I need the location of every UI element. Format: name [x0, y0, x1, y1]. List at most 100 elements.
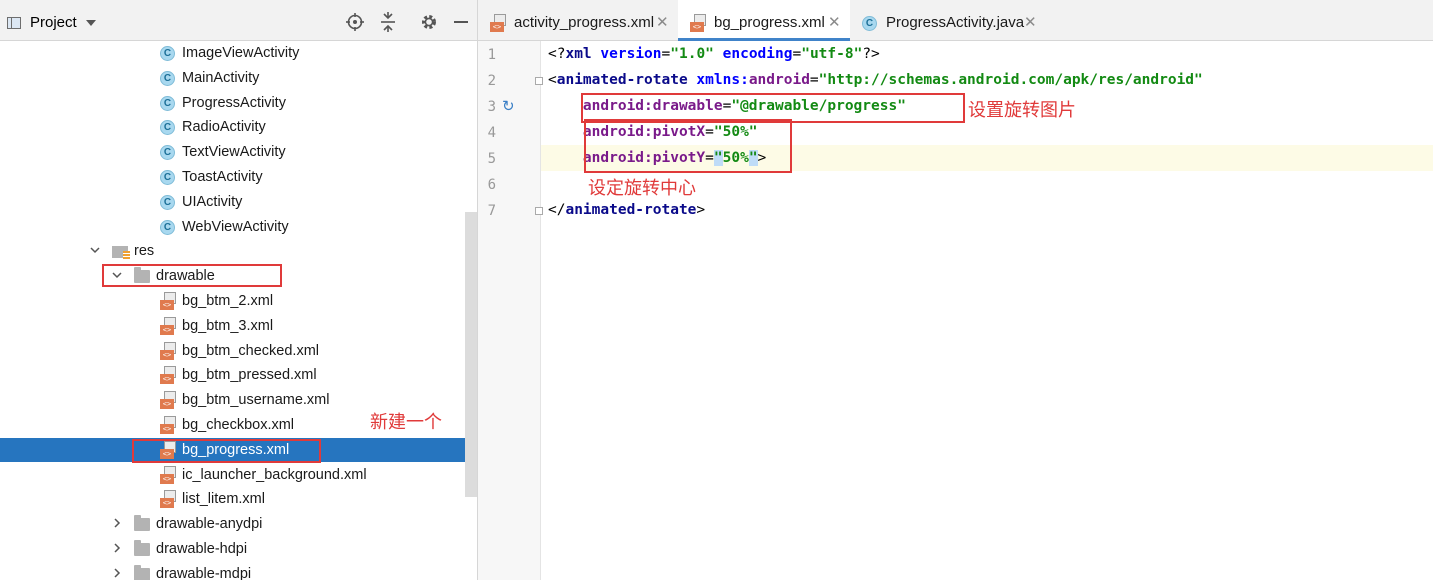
xml-file-icon: <>: [160, 366, 177, 385]
code-token: <?: [548, 46, 566, 62]
xml-file-icon: <>: [160, 391, 177, 410]
xml-file-icon: <>: [490, 14, 507, 32]
chevron-right-icon[interactable]: [110, 567, 124, 580]
tree-item-label: ic_launcher_background.xml: [182, 466, 367, 483]
tree-item[interactable]: C TextViewActivity: [0, 140, 477, 164]
tree-item[interactable]: drawable-anydpi: [0, 512, 477, 536]
tree-item[interactable]: C MainActivity: [0, 66, 477, 90]
java-class-icon: C: [160, 145, 175, 161]
line-number: 2: [487, 73, 496, 89]
code-token: "1.0": [670, 46, 714, 62]
tree-item-label: TextViewActivity: [182, 144, 286, 161]
tree-item[interactable]: <> bg_btm_checked.xml: [0, 339, 477, 363]
tree-scrollbar[interactable]: [465, 212, 477, 497]
code-token: encoding: [722, 46, 793, 62]
chevron-right-icon[interactable]: [110, 542, 124, 556]
highlight-drawable-folder: [102, 264, 282, 287]
code-token: >: [696, 202, 706, 218]
tree-item[interactable]: drawable-hdpi: [0, 537, 477, 561]
highlight-bg-progress-file: [132, 439, 321, 463]
code-line: <?xml version="1.0" encoding="utf-8"?>: [548, 46, 880, 62]
code-editor: <> activity_progress.xml ✕ <> bg_progress.xm…: [478, 0, 1433, 580]
close-icon[interactable]: ✕: [1024, 13, 1037, 31]
line-number: 7: [487, 203, 496, 219]
settings-icon[interactable]: [418, 12, 440, 34]
code-token: =: [792, 46, 802, 62]
rotate-preview-icon[interactable]: ↻: [502, 97, 515, 115]
annotation-new-file: 新建一个: [370, 412, 442, 433]
tree-item[interactable]: <> list_litem.xml: [0, 487, 477, 511]
editor-tab[interactable]: <> activity_progress.xml ✕: [478, 0, 678, 40]
code-token: version: [600, 46, 662, 62]
tree-item[interactable]: C ProgressActivity: [0, 91, 477, 115]
xml-file-icon: <>: [160, 465, 177, 484]
resource-folder-icon: [112, 243, 130, 260]
project-view-selector[interactable]: Project: [30, 14, 77, 31]
editor-tab[interactable]: <> bg_progress.xml ✕: [678, 0, 850, 41]
tab-label: bg_progress.xml: [714, 14, 825, 31]
locate-icon[interactable]: [344, 12, 366, 34]
code-token: xml: [565, 46, 592, 62]
xml-file-icon: <>: [160, 341, 177, 360]
xml-file-icon: <>: [690, 14, 707, 32]
close-icon[interactable]: ✕: [656, 13, 669, 31]
annotation-rotate-center: 设定旋转中心: [588, 178, 696, 199]
code-line: <animated-rotate xmlns:android="http://s…: [548, 72, 1203, 88]
tree-item[interactable]: <> bg_btm_3.xml: [0, 314, 477, 338]
tree-item[interactable]: C RadioActivity: [0, 115, 477, 139]
tree-item[interactable]: C ToastActivity: [0, 165, 477, 189]
tree-item[interactable]: <> bg_btm_pressed.xml: [0, 363, 477, 387]
tab-label: activity_progress.xml: [514, 14, 655, 31]
code-token: "http://schemas.android.com/apk/res/andr…: [818, 72, 1203, 88]
minimize-icon[interactable]: [450, 12, 472, 34]
tree-item-label: WebViewActivity: [182, 218, 289, 235]
tree-item[interactable]: C UIActivity: [0, 190, 477, 214]
java-class-icon: C: [160, 170, 175, 185]
code-token: xmlns:: [696, 72, 749, 88]
code-token: =: [661, 46, 671, 62]
project-view-icon: [7, 17, 21, 29]
line-number-gutter: ↻ 1 2 3 4 5 6 7: [478, 41, 569, 580]
tree-item[interactable]: <> bg_btm_2.xml: [0, 289, 477, 313]
tree-item-label: list_litem.xml: [182, 491, 265, 508]
tree-item[interactable]: C WebViewActivity: [0, 215, 477, 239]
tree-item-label: res: [134, 243, 155, 260]
tree-item[interactable]: drawable-mdpi: [0, 562, 477, 580]
xml-file-icon: <>: [160, 416, 177, 434]
tab-label: ProgressActivity.java: [886, 14, 1025, 31]
line-number: 6: [487, 177, 496, 193]
tree-item-label: drawable-mdpi: [156, 565, 252, 580]
editor-tab[interactable]: C ProgressActivity.java ✕: [850, 0, 1046, 40]
editor-tab-bar: <> activity_progress.xml ✕ <> bg_progress.xm…: [478, 0, 1433, 41]
tree-item-label: MainActivity: [182, 69, 260, 86]
tree-item-label: bg_btm_pressed.xml: [182, 367, 317, 384]
close-icon[interactable]: ✕: [828, 13, 841, 31]
code-token: </: [548, 202, 566, 218]
tree-item[interactable]: <> ic_launcher_background.xml: [0, 463, 477, 487]
java-class-icon: C: [160, 70, 175, 86]
tree-item[interactable]: C ImageViewActivity: [0, 41, 477, 65]
chevron-down-icon[interactable]: [86, 20, 96, 26]
tree-item[interactable]: res: [0, 239, 477, 263]
java-class-icon: C: [160, 219, 175, 235]
code-line: </animated-rotate>: [548, 202, 705, 218]
tree-item-label: drawable-anydpi: [156, 516, 263, 533]
tree-item-label: bg_btm_2.xml: [182, 293, 274, 309]
chevron-right-icon[interactable]: [110, 517, 124, 531]
java-class-icon: C: [160, 194, 175, 210]
java-class-icon: C: [160, 120, 175, 136]
code-token: =: [809, 72, 819, 88]
tree-item-label: drawable-hdpi: [156, 541, 248, 557]
collapse-all-icon[interactable]: [377, 12, 399, 34]
chevron-down-icon[interactable]: [88, 244, 102, 258]
code-token: android: [748, 72, 810, 88]
line-number: 3: [487, 99, 496, 115]
xml-file-icon: <>: [160, 292, 177, 310]
xml-file-icon: <>: [160, 316, 177, 335]
project-panel-header: Project: [0, 0, 477, 41]
folder-icon: [134, 515, 150, 532]
